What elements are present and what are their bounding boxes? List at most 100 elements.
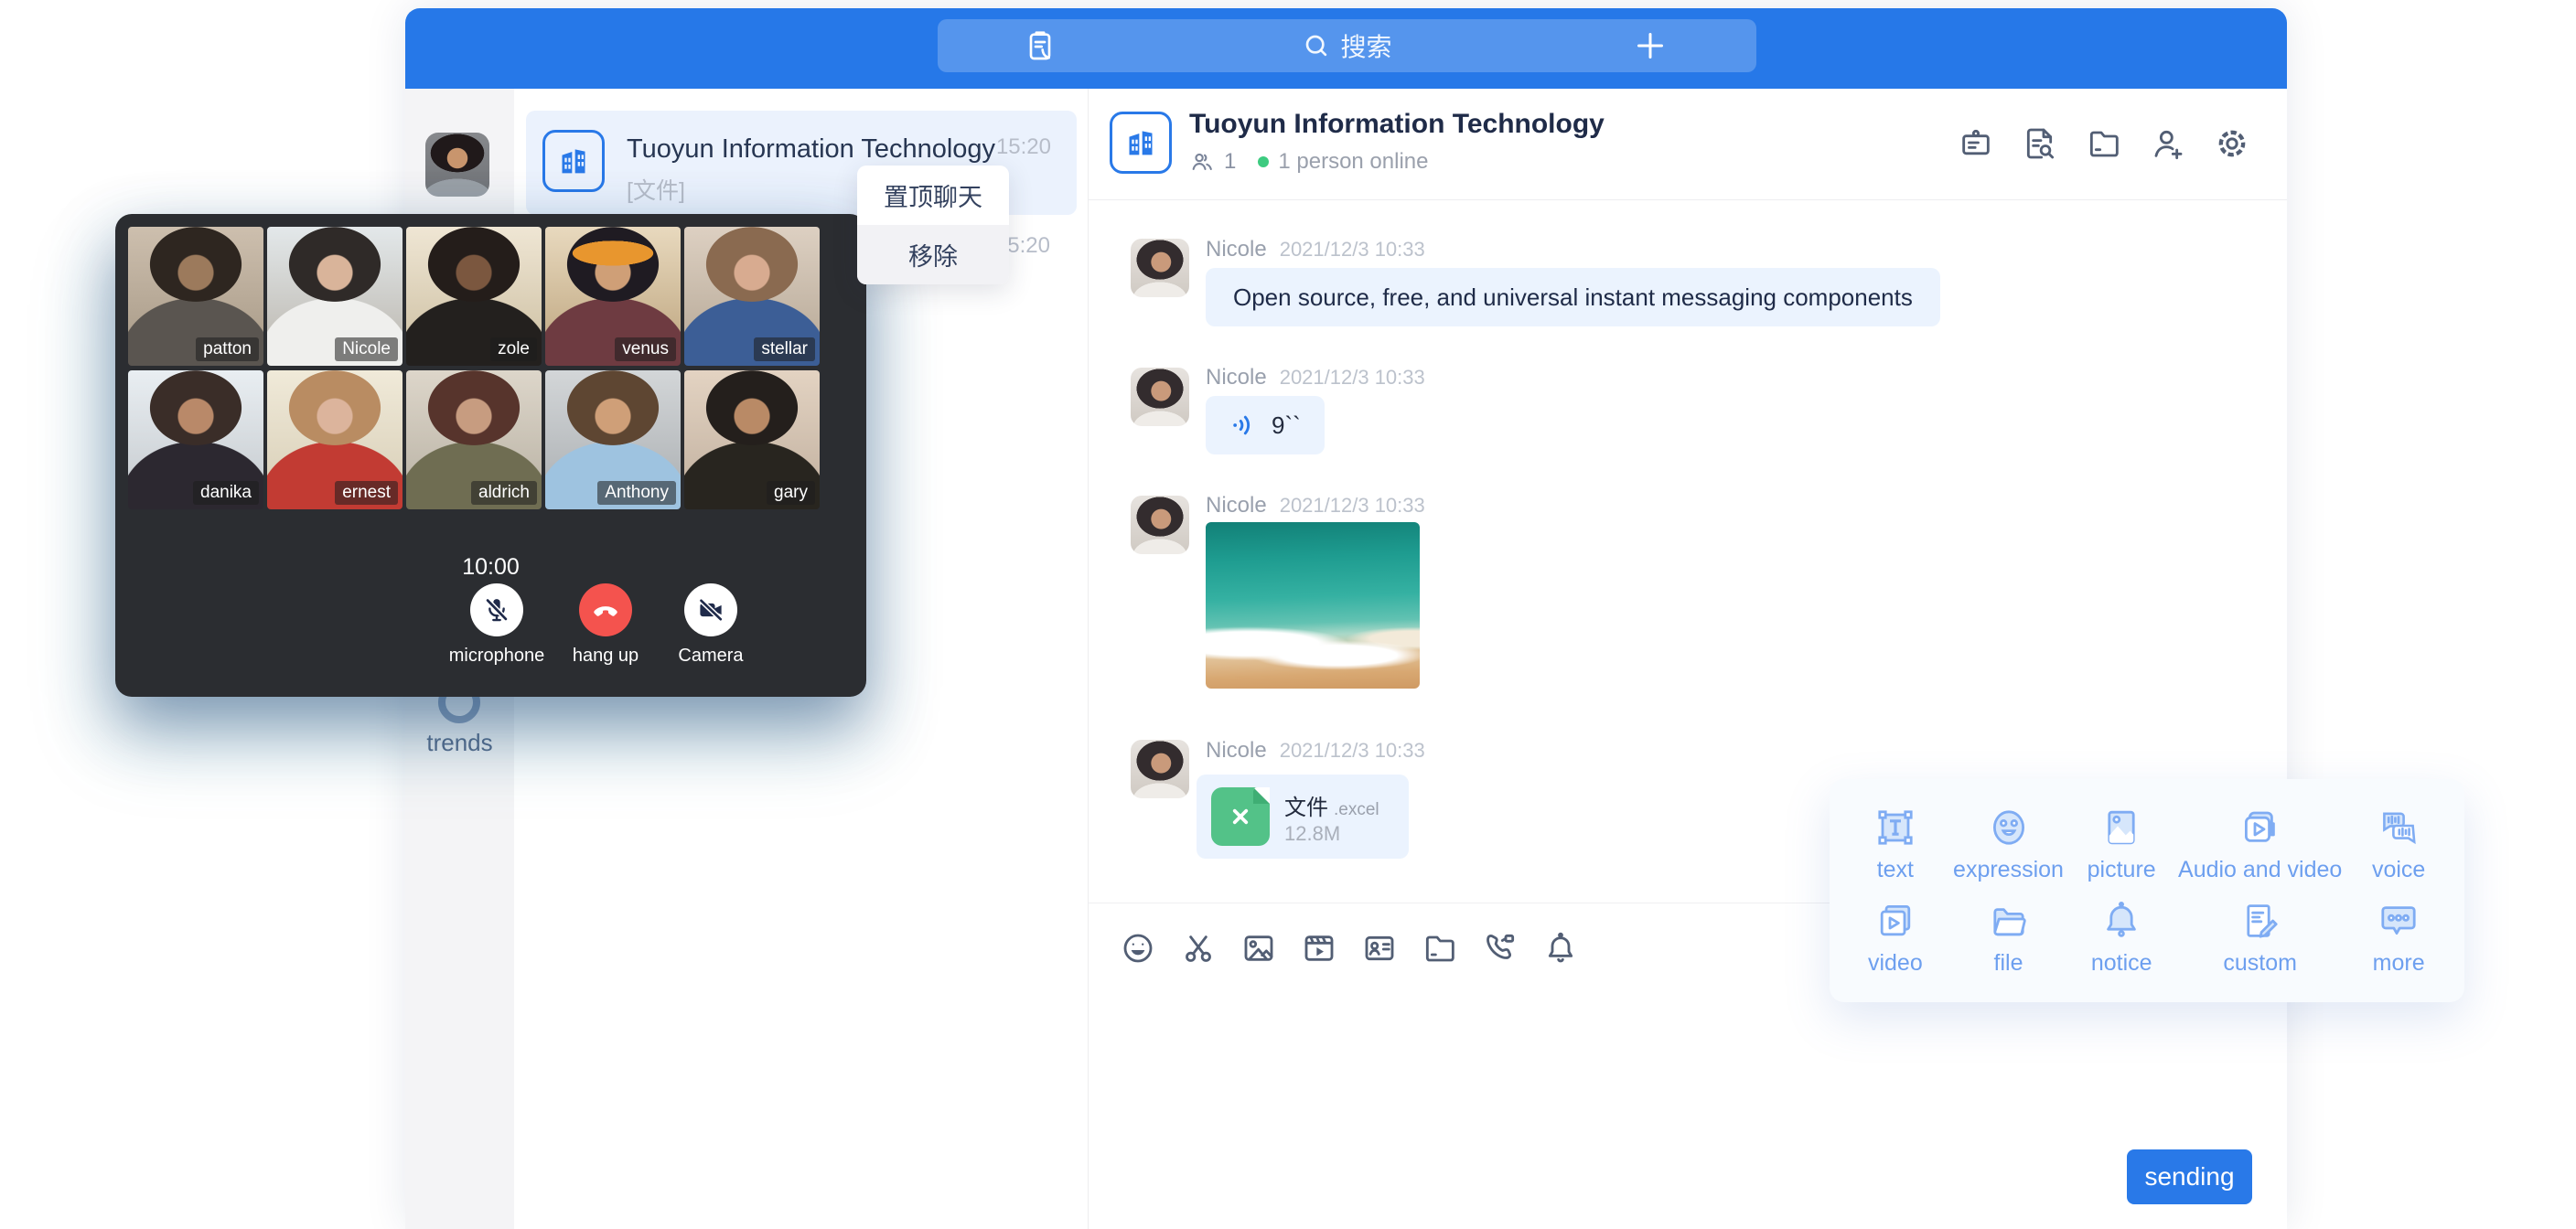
avatar[interactable]	[1131, 740, 1189, 798]
menu-item-remove[interactable]: 移除	[857, 225, 1009, 284]
screenshot-scissors-icon[interactable]	[1180, 930, 1217, 971]
video-clip-icon[interactable]	[1301, 930, 1337, 971]
camera-label: Camera	[638, 646, 784, 667]
input-toolbar	[1120, 930, 1579, 971]
panel-label: expression	[1953, 857, 2064, 883]
camera-mute-button[interactable]	[684, 583, 737, 636]
conversation-last-message: [文件]	[627, 173, 685, 206]
hang-up-icon	[590, 594, 621, 625]
add-icon[interactable]	[1632, 27, 1669, 64]
group-building-icon	[1110, 112, 1172, 174]
panel-item-video[interactable]: video	[1839, 891, 1952, 984]
top-bar: 搜索	[405, 8, 2287, 89]
video-tile[interactable]: danika	[128, 370, 263, 509]
participant-name: stellar	[754, 337, 815, 361]
video-tile[interactable]: Nicole	[267, 227, 402, 366]
avatar[interactable]	[1131, 368, 1189, 426]
chat-panel: Tuoyun Information Technology 1 1 person…	[1089, 89, 2287, 1229]
voice-message-bubble[interactable]: 9``	[1206, 396, 1325, 454]
video-tile[interactable]: patton	[128, 227, 263, 366]
avatar[interactable]	[1131, 496, 1189, 554]
group-building-icon	[542, 130, 605, 192]
sender-name: Nicole	[1206, 493, 1267, 518]
panel-item-text[interactable]: text	[1839, 797, 1952, 891]
text-message-bubble[interactable]: Open source, free, and universal instant…	[1206, 268, 1940, 326]
notification-bell-icon[interactable]	[1542, 930, 1579, 971]
panel-item-voice[interactable]: voice	[2342, 797, 2455, 891]
settings-gear-icon[interactable]	[2214, 125, 2250, 166]
voice-wave-icon	[1229, 411, 1259, 440]
sender-name: Nicole	[1206, 365, 1267, 390]
chat-title: Tuoyun Information Technology	[1189, 109, 1605, 140]
search-icon	[1302, 31, 1331, 60]
custom-icon	[2238, 899, 2282, 943]
panel-item-expression[interactable]: expression	[1952, 797, 2066, 891]
file-name: 文件.excel	[1284, 789, 1379, 821]
add-member-icon[interactable]	[2150, 125, 2186, 166]
chat-history-search-icon[interactable]	[2022, 125, 2058, 166]
panel-label: more	[2373, 950, 2425, 977]
emoji-icon[interactable]	[1120, 930, 1156, 971]
audio-video-icon	[2238, 806, 2282, 850]
contact-card-icon[interactable]	[1361, 930, 1398, 971]
video-tile[interactable]: aldrich	[406, 370, 542, 509]
panel-item-more[interactable]: more	[2342, 891, 2455, 984]
file-message-bubble[interactable]: 文件.excel 12.8M	[1197, 775, 1409, 859]
member-count: 1	[1224, 149, 1236, 175]
sender-name: Nicole	[1206, 738, 1267, 763]
participant-name: Anthony	[597, 481, 676, 505]
group-files-icon[interactable]	[2086, 125, 2122, 166]
panel-item-file[interactable]: file	[1952, 891, 2066, 984]
panel-label: file	[1994, 950, 2023, 977]
avatar[interactable]	[1131, 239, 1189, 297]
video-tile[interactable]: venus	[545, 227, 681, 366]
participant-name: gary	[767, 481, 815, 505]
video-tile[interactable]: zole	[406, 227, 542, 366]
video-tile[interactable]: gary	[684, 370, 820, 509]
menu-item-pin-chat[interactable]: 置顶聊天	[857, 166, 1009, 225]
message-meta: Nicole2021/12/3 10:33	[1206, 237, 1425, 262]
panel-label: Audio and video	[2178, 857, 2342, 883]
message-time: 2021/12/3 10:33	[1280, 366, 1425, 389]
image-message-beach[interactable]	[1206, 522, 1420, 689]
panel-item-audio-video[interactable]: Audio and video	[2178, 797, 2342, 891]
sidebar-item-trends[interactable]: trends	[405, 729, 514, 757]
video-icon	[1873, 899, 1917, 943]
topbar-pill: 搜索	[938, 19, 1756, 72]
message-meta: Nicole2021/12/3 10:33	[1206, 738, 1425, 764]
group-notice-icon[interactable]	[1958, 125, 1994, 166]
panel-label: custom	[2223, 950, 2297, 977]
microphone-mute-button[interactable]	[470, 583, 523, 636]
chat-subtitle: 1 1 person online	[1189, 149, 1428, 175]
members-icon	[1189, 149, 1215, 175]
participant-name: patton	[196, 337, 259, 361]
message-meta: Nicole 2021/12/3 10:33	[1206, 365, 1425, 390]
panel-item-notice[interactable]: notice	[2065, 891, 2178, 984]
conversation-time: 15:20	[996, 134, 1051, 160]
panel-label: picture	[2088, 857, 2156, 883]
participant-name: ernest	[335, 481, 398, 505]
panel-item-picture[interactable]: picture	[2065, 797, 2178, 891]
sender-name: Nicole	[1206, 237, 1267, 262]
participant-name: Nicole	[335, 337, 398, 361]
message-time: 2021/12/3 10:33	[1280, 494, 1425, 517]
video-tile[interactable]: ernest	[267, 370, 402, 509]
participant-name: venus	[615, 337, 676, 361]
video-tile[interactable]: Anthony	[545, 370, 681, 509]
video-tile[interactable]: stellar	[684, 227, 820, 366]
call-icon[interactable]	[1482, 930, 1519, 971]
picture-icon	[2099, 806, 2143, 850]
folder-icon[interactable]	[1422, 930, 1458, 971]
send-button[interactable]: sending	[2127, 1149, 2252, 1204]
participant-name: zole	[490, 337, 537, 361]
excel-file-icon	[1211, 787, 1270, 846]
online-dot	[1258, 156, 1269, 167]
more-icon	[2377, 899, 2420, 943]
hang-up-button[interactable]	[579, 583, 632, 636]
current-user-avatar[interactable]	[425, 133, 489, 197]
panel-item-custom[interactable]: custom	[2178, 891, 2342, 984]
chat-header: Tuoyun Information Technology 1 1 person…	[1089, 89, 2287, 200]
text-icon	[1873, 806, 1917, 850]
image-icon[interactable]	[1240, 930, 1277, 971]
message-type-panel: text expression picture Audio and video	[1830, 779, 2464, 1002]
